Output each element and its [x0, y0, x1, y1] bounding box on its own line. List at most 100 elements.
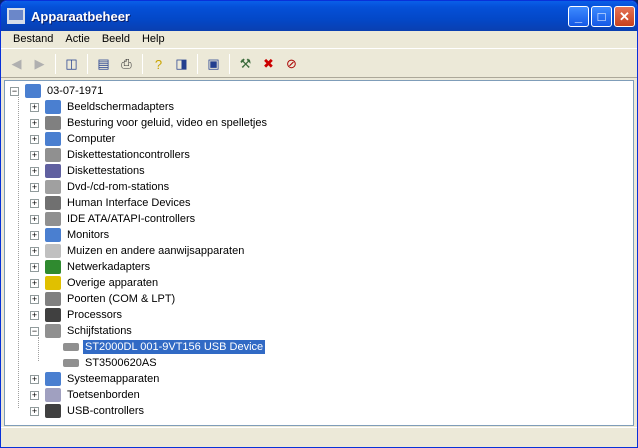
menu-beeld[interactable]: Beeld: [96, 31, 136, 48]
maximize-button[interactable]: □: [591, 6, 612, 27]
tree-child-item[interactable]: ST3500620AS: [63, 355, 159, 371]
expand-toggle[interactable]: +: [30, 215, 39, 224]
window-title: Apparaatbeheer: [31, 8, 130, 24]
tree-item[interactable]: Muizen en andere aanwijsapparaten: [45, 243, 246, 259]
expand-toggle[interactable]: +: [30, 119, 39, 128]
tree-item-label: Beeldschermadapters: [67, 101, 175, 113]
expand-toggle[interactable]: +: [30, 151, 39, 160]
expand-toggle[interactable]: +: [30, 103, 39, 112]
tree-item[interactable]: Diskettestations: [45, 163, 147, 179]
tree-item-label: Toetsenborden: [67, 389, 140, 401]
forward-icon[interactable]: ▶: [28, 53, 51, 75]
menu-actie[interactable]: Actie: [59, 31, 95, 48]
expand-toggle[interactable]: +: [30, 295, 39, 304]
display-adapter-icon: [45, 100, 61, 114]
tree-item[interactable]: Overige apparaten: [45, 275, 160, 291]
ide-icon: [45, 212, 61, 226]
tree-item-label: USB-controllers: [67, 405, 145, 417]
title-bar[interactable]: Apparaatbeheer _ □ ✕: [1, 1, 637, 31]
tree-item-label: Besturing voor geluid, video en spelletj…: [67, 117, 267, 129]
expand-toggle[interactable]: +: [30, 247, 39, 256]
tree-item[interactable]: Toetsenborden: [45, 387, 142, 403]
show-hide-tree-icon[interactable]: ◫: [60, 53, 83, 75]
expand-toggle[interactable]: +: [30, 263, 39, 272]
question-icon: [45, 276, 61, 290]
mouse-icon: [45, 244, 61, 258]
tree-item-label: IDE ATA/ATAPI-controllers: [67, 213, 196, 225]
expand-toggle[interactable]: +: [30, 391, 39, 400]
expand-toggle[interactable]: +: [30, 407, 39, 416]
processor-icon: [45, 308, 61, 322]
print-icon[interactable]: ⎙: [115, 53, 138, 75]
minimize-button[interactable]: _: [568, 6, 589, 27]
tree-root-label: 03-07-1971: [47, 85, 104, 97]
hid-icon: [45, 196, 61, 210]
tree-item-label: Muizen en andere aanwijsapparaten: [67, 245, 245, 257]
uninstall-icon[interactable]: ✖: [257, 53, 280, 75]
expand-toggle[interactable]: +: [30, 199, 39, 208]
properties-icon[interactable]: ▤: [92, 53, 115, 75]
tree-item-label: Processors: [67, 309, 123, 321]
tree-item-label: Netwerkadapters: [67, 261, 151, 273]
expand-toggle[interactable]: +: [30, 135, 39, 144]
tree-item-label: Poorten (COM & LPT): [67, 293, 176, 305]
tree-item[interactable]: Beeldschermadapters: [45, 99, 176, 115]
expand-toggle[interactable]: +: [30, 375, 39, 384]
computer-icon: [25, 84, 41, 98]
device-manager-window: Apparaatbeheer _ □ ✕ Bestand Actie Beeld…: [0, 0, 638, 448]
close-button[interactable]: ✕: [614, 6, 635, 27]
tree-item[interactable]: Systeemapparaten: [45, 371, 161, 387]
tree-item[interactable]: IDE ATA/ATAPI-controllers: [45, 211, 197, 227]
expand-toggle[interactable]: +: [30, 167, 39, 176]
tree-item-label: Computer: [67, 133, 116, 145]
tree-item[interactable]: Dvd-/cd-rom-stations: [45, 179, 171, 195]
cdrom-icon: [45, 180, 61, 194]
menu-help[interactable]: Help: [136, 31, 171, 48]
computer-icon: [7, 8, 25, 24]
tree-item[interactable]: Processors: [45, 307, 124, 323]
tree-item[interactable]: USB-controllers: [45, 403, 146, 419]
disk-drive-icon: [63, 343, 79, 351]
tree-item-label: Dvd-/cd-rom-stations: [67, 181, 170, 193]
computer-icon: [45, 132, 61, 146]
show-hide-action-pane-icon[interactable]: ◨: [170, 53, 193, 75]
tree-item[interactable]: Diskettestationcontrollers: [45, 147, 192, 163]
tree-item-label: Diskettestationcontrollers: [67, 149, 190, 161]
collapse-toggle[interactable]: −: [30, 327, 39, 336]
disk-drive-icon: [63, 359, 79, 367]
menu-bar: Bestand Actie Beeld Help: [1, 31, 637, 49]
disable-icon[interactable]: ⊘: [280, 53, 303, 75]
tree-item-label: Human Interface Devices: [67, 197, 191, 209]
tree-item-label: Systeemapparaten: [67, 373, 160, 385]
tree-item[interactable]: Besturing voor geluid, video en spelletj…: [45, 115, 269, 131]
tree-item[interactable]: Computer: [45, 131, 117, 147]
tree-root[interactable]: 03-07-1971: [25, 83, 105, 99]
expand-toggle[interactable]: +: [30, 311, 39, 320]
toolbar: ◀ ▶ ◫ ▤ ⎙ ? ◨ ▣ ⚒ ✖ ⊘: [1, 51, 637, 78]
status-bar: [1, 427, 637, 447]
tree-item-label: Schijfstations: [67, 325, 132, 337]
help-icon[interactable]: ?: [147, 53, 170, 75]
usb-icon: [45, 404, 61, 418]
tree-child-label: ST3500620AS: [85, 357, 157, 369]
scan-hardware-icon[interactable]: ▣: [202, 53, 225, 75]
tree-item-label: Monitors: [67, 229, 110, 241]
tree-child-item[interactable]: ST2000DL 001-9VT156 USB Device: [63, 339, 266, 355]
tree-item[interactable]: Netwerkadapters: [45, 259, 152, 275]
keyboard-icon: [45, 388, 61, 402]
tree-item[interactable]: Monitors: [45, 227, 111, 243]
expand-toggle[interactable]: +: [30, 183, 39, 192]
monitor-icon: [45, 228, 61, 242]
menu-bestand[interactable]: Bestand: [7, 31, 59, 48]
tree-item-label: Overige apparaten: [67, 277, 159, 289]
back-icon[interactable]: ◀: [5, 53, 28, 75]
tree-item[interactable]: Human Interface Devices: [45, 195, 193, 211]
expand-toggle[interactable]: +: [30, 231, 39, 240]
update-driver-icon[interactable]: ⚒: [234, 53, 257, 75]
tree-item[interactable]: Schijfstations: [45, 323, 134, 339]
collapse-toggle[interactable]: −: [10, 87, 19, 96]
expand-toggle[interactable]: +: [30, 279, 39, 288]
tree-item[interactable]: Poorten (COM & LPT): [45, 291, 177, 307]
floppy-icon: [45, 164, 61, 178]
network-icon: [45, 260, 61, 274]
